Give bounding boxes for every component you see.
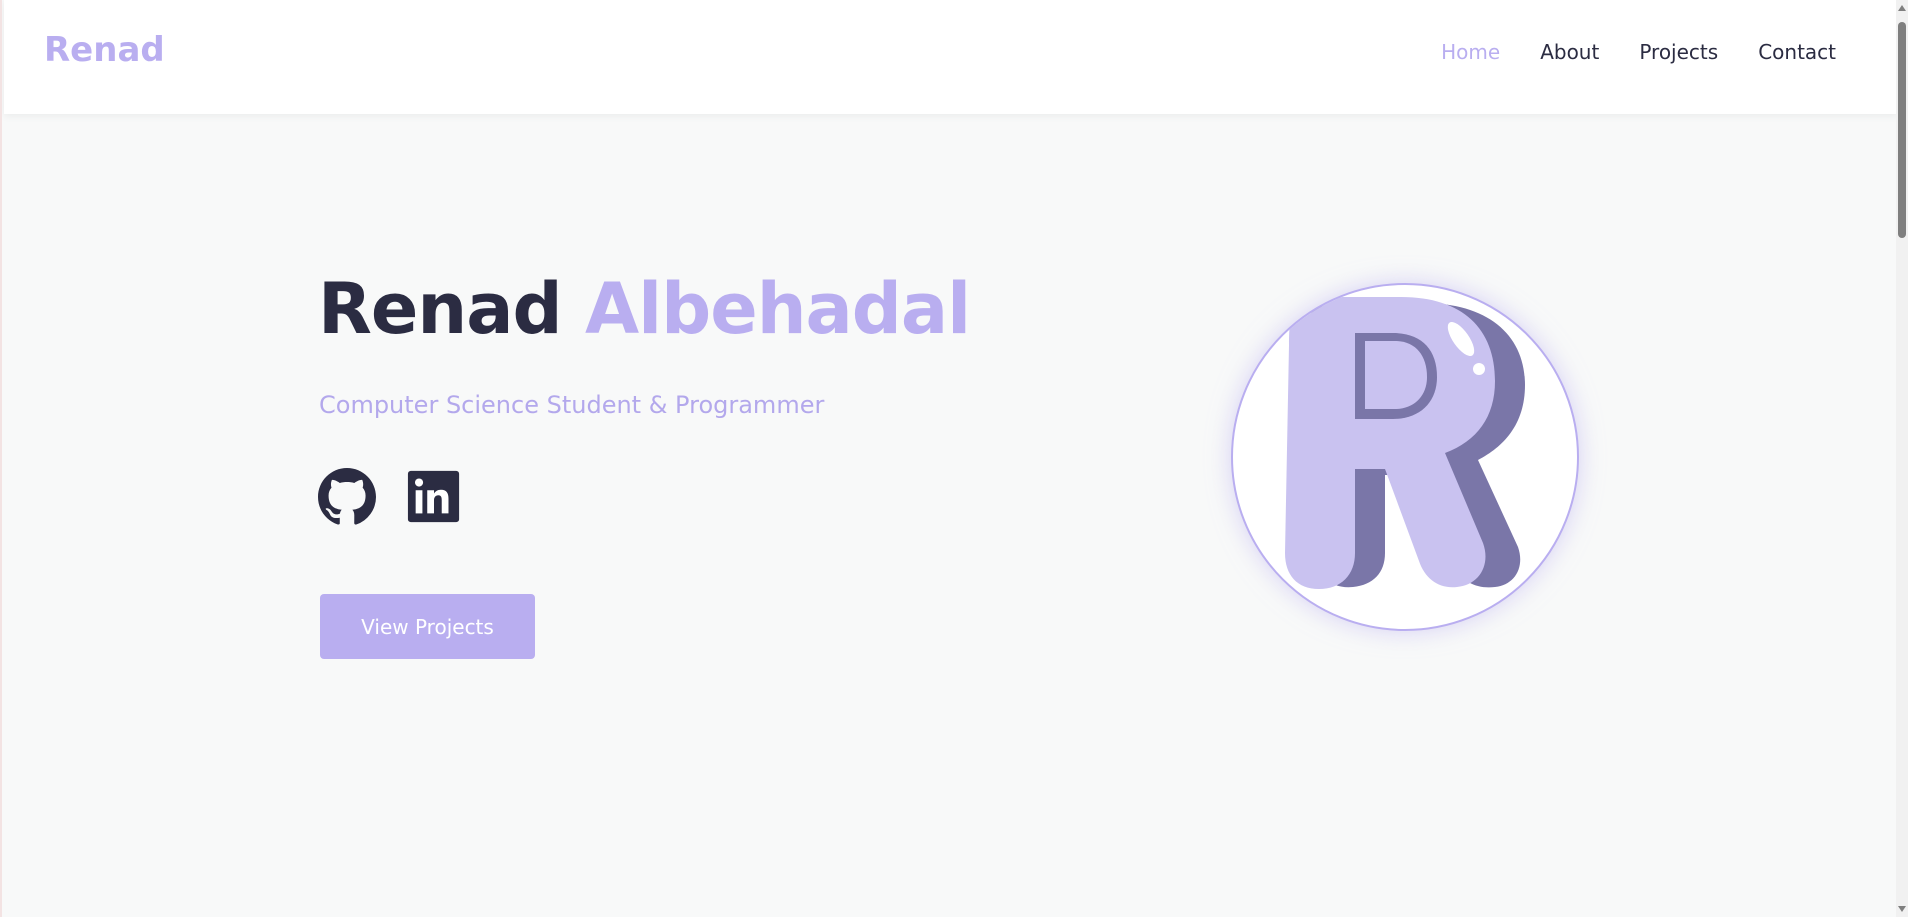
scroll-down-icon[interactable]: [1898, 906, 1906, 912]
hero-last-name: Albehadal: [584, 268, 971, 350]
letter-r-avatar-icon: [1285, 297, 1525, 589]
nav-links: Home About Projects Contact: [1441, 40, 1836, 64]
nav-link-home[interactable]: Home: [1441, 40, 1500, 64]
view-projects-button[interactable]: View Projects: [320, 594, 535, 659]
nav-link-contact[interactable]: Contact: [1758, 40, 1836, 64]
scroll-thumb[interactable]: [1898, 22, 1906, 238]
social-links: [318, 468, 462, 526]
hero-title: Renad Albehadal: [318, 268, 971, 350]
page: Renad Home About Projects Contact Renad …: [0, 0, 1908, 917]
linkedin-icon[interactable]: [406, 469, 462, 525]
nav-link-about[interactable]: About: [1540, 40, 1599, 64]
github-icon[interactable]: [318, 468, 376, 526]
hero-subtitle: Computer Science Student & Programmer: [319, 391, 825, 419]
page-scrollbar[interactable]: [1896, 0, 1908, 917]
site-logo[interactable]: Renad: [44, 30, 165, 70]
hero-first-name: Renad: [318, 268, 563, 350]
nav-link-projects[interactable]: Projects: [1639, 40, 1718, 64]
avatar: [1231, 283, 1579, 631]
navbar: Renad Home About Projects Contact: [4, 0, 1898, 114]
scroll-up-icon[interactable]: [1898, 5, 1906, 11]
